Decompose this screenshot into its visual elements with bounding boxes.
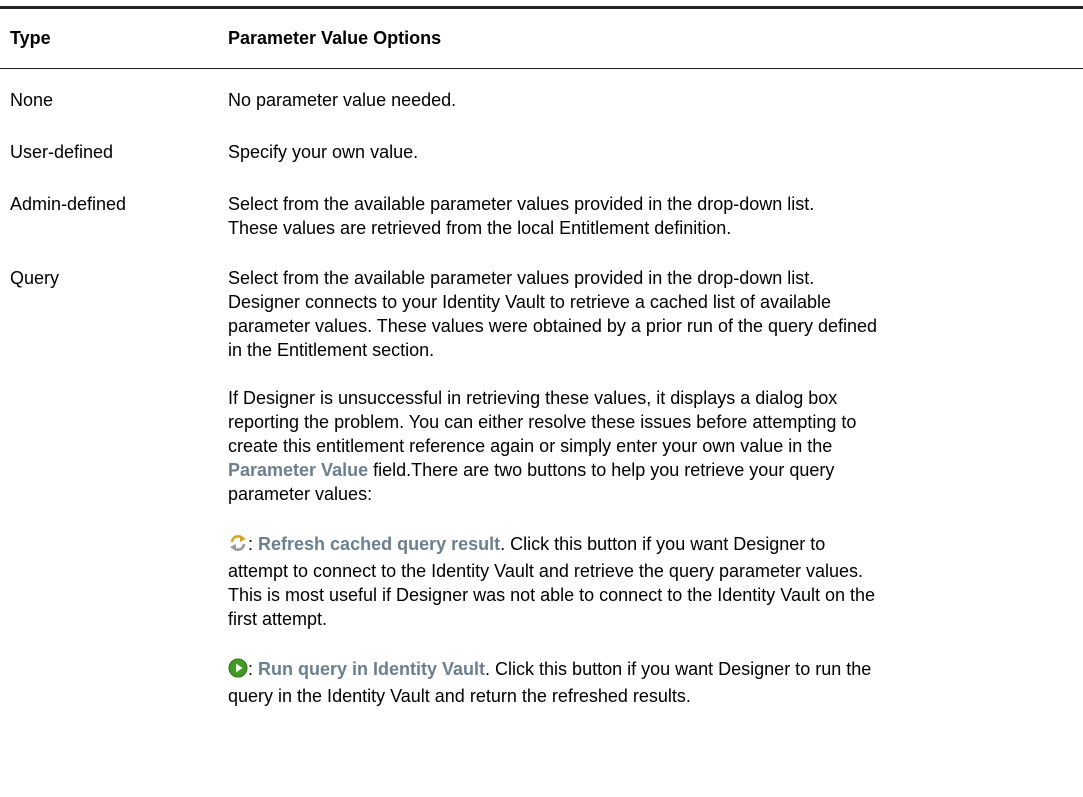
table-header-row: Type Parameter Value Options — [0, 26, 1083, 56]
refresh-colon: : — [248, 534, 259, 554]
refresh-cached-paragraph: : Refresh cached query result. Click thi… — [228, 532, 888, 631]
header-parameter-value-options: Parameter Value Options — [228, 28, 442, 48]
refresh-cached-icon — [228, 533, 248, 559]
row-desc-admin-defined: Select from the available parameter valu… — [228, 194, 815, 238]
query-paragraph-2: If Designer is unsuccessful in retrievin… — [228, 386, 888, 506]
row-desc-query: Select from the available parameter valu… — [228, 266, 888, 708]
table-header-rule — [0, 68, 1083, 69]
row-type-query: Query — [10, 268, 60, 288]
run-query-icon — [228, 658, 248, 684]
run-colon: : — [248, 659, 259, 679]
row-desc-user-defined: Specify your own value. — [228, 142, 419, 162]
parameter-value-field-label: Parameter Value — [228, 460, 369, 480]
row-type-none: None — [10, 90, 54, 110]
row-desc-none: No parameter value needed. — [228, 90, 457, 110]
row-type-admin-defined: Admin-defined — [10, 194, 127, 214]
header-type: Type — [10, 28, 51, 48]
run-query-in-identity-vault-label: Run query in Identity Vault — [258, 659, 486, 679]
refresh-cached-query-result-label: Refresh cached query result — [258, 534, 501, 554]
query-paragraph-2-text: If Designer is unsuccessful in retrievin… — [228, 388, 857, 456]
query-paragraph-1: Select from the available parameter valu… — [228, 268, 878, 360]
row-type-user-defined: User-defined — [10, 142, 114, 162]
run-query-paragraph: : Run query in Identity Vault. Click thi… — [228, 657, 888, 708]
table-top-rule — [0, 6, 1083, 9]
